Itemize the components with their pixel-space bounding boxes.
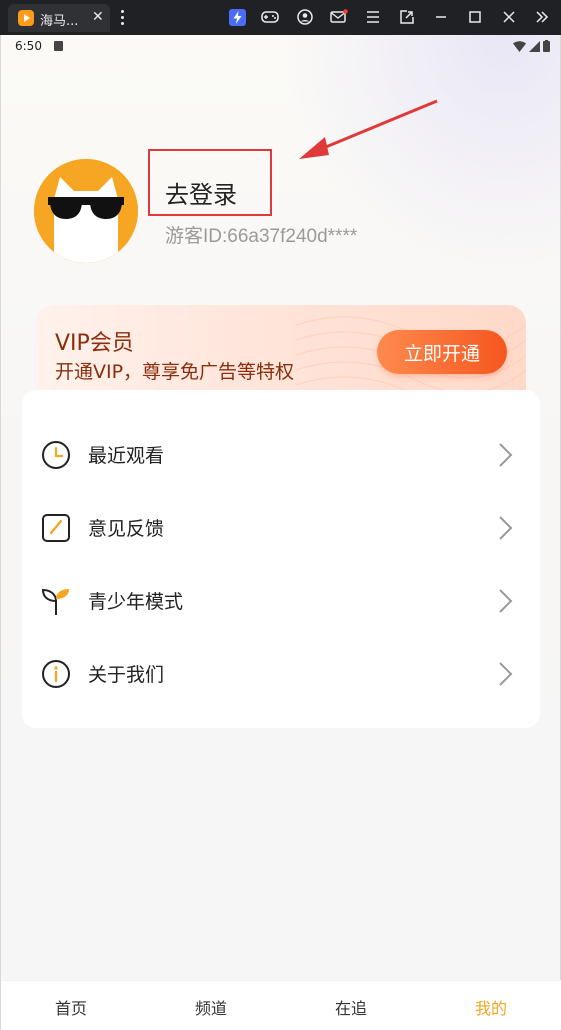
menu-item-teen-mode[interactable]: 青少年模式 [22, 571, 540, 631]
vip-title: VIP会员 [55, 331, 134, 356]
close-window-icon[interactable] [500, 8, 518, 26]
sprout-icon [41, 588, 69, 615]
chevron-right-icon [499, 516, 513, 540]
app-logo-icon [18, 10, 34, 26]
signal-icon [529, 40, 540, 52]
avatar[interactable] [34, 159, 138, 263]
status-time: 6:50 [15, 39, 42, 53]
bottom-nav: 首页 频道 在追 我的 [1, 980, 561, 1030]
chevron-right-icon [499, 443, 513, 467]
battery-icon [543, 40, 550, 52]
tab-title: 海马... [40, 14, 79, 29]
tab-close-icon[interactable]: ✕ [92, 9, 104, 25]
clock-icon [42, 441, 70, 469]
menu-item-label: 最近观看 [88, 445, 165, 467]
account-icon[interactable] [296, 8, 314, 26]
nav-following[interactable]: 在追 [321, 995, 381, 1019]
nav-channels[interactable]: 频道 [181, 995, 241, 1019]
open-vip-button[interactable]: 立即开通 [377, 330, 507, 374]
notification-icon [54, 41, 63, 51]
chevron-right-icon [499, 662, 513, 686]
maximize-icon[interactable] [466, 8, 484, 26]
status-bar: 6:50 [1, 35, 561, 59]
expand-sidebar-icon[interactable] [533, 8, 551, 26]
pop-out-icon[interactable] [398, 8, 416, 26]
phone-screen: 6:50 去登录 游客ID:66a37f240d**** VIP会员 开通VIP… [0, 35, 561, 1030]
wifi-icon [513, 40, 526, 52]
vip-subtitle: 开通VIP，尊享免广告等特权 [55, 361, 295, 383]
menu-item-about[interactable]: 关于我们 [22, 644, 540, 704]
more-menu-icon[interactable] [121, 10, 125, 26]
login-link[interactable]: 去登录 [165, 175, 237, 210]
chevron-right-icon [499, 589, 513, 613]
menu-item-feedback[interactable]: 意见反馈 [22, 498, 540, 558]
mail-icon[interactable] [330, 8, 348, 26]
menu-item-label: 意见反馈 [88, 518, 165, 540]
minimize-icon[interactable] [432, 8, 450, 26]
menu-list: 最近观看 意见反馈 青少年模式 关于我们 [22, 390, 540, 728]
nav-home[interactable]: 首页 [41, 995, 101, 1019]
annotation-arrow-icon [299, 99, 438, 159]
gamepad-icon[interactable] [261, 8, 279, 26]
cat-sunglasses-icon [34, 159, 138, 263]
hamburger-menu-icon[interactable] [364, 8, 382, 26]
guest-id: 游客ID:66a37f240d**** [165, 226, 358, 247]
menu-item-label: 关于我们 [88, 664, 165, 686]
boost-icon[interactable] [228, 8, 246, 26]
menu-item-recent[interactable]: 最近观看 [22, 425, 540, 485]
menu-item-label: 青少年模式 [88, 591, 184, 613]
edit-icon [42, 514, 70, 542]
nav-mine[interactable]: 我的 [461, 995, 521, 1019]
app-tab[interactable]: 海马... ✕ [8, 4, 110, 32]
emulator-title-bar: 海马... ✕ [0, 0, 561, 35]
info-icon [42, 660, 70, 688]
